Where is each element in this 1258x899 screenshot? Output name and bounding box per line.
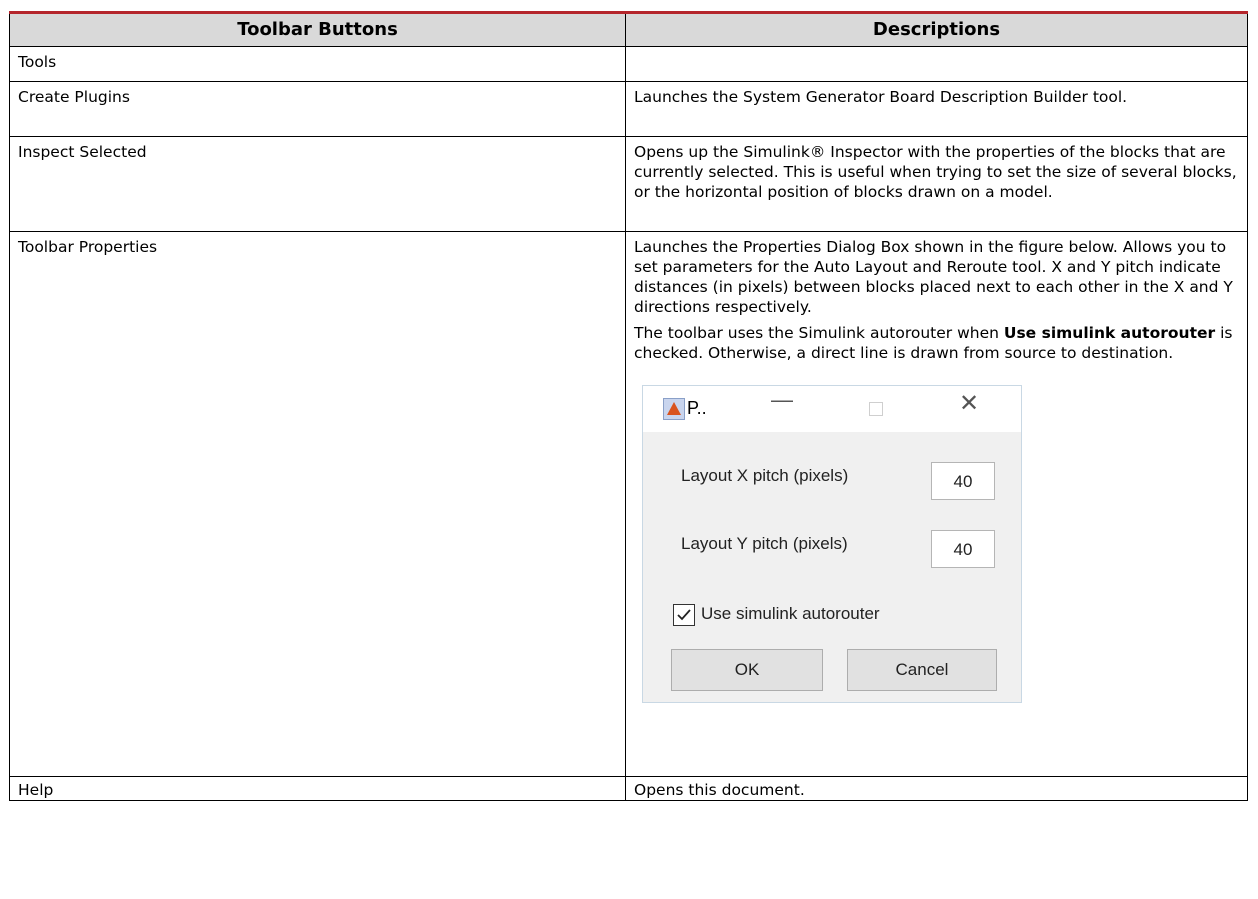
table-row: Help Opens this document. <box>9 776 1248 801</box>
properties-dialog-figure: P.. — ✕ Layout X pitch (pixels) 40 Layou… <box>642 385 1022 703</box>
table-row: Tools <box>9 46 1248 82</box>
close-icon[interactable]: ✕ <box>959 392 979 416</box>
header-descriptions: Descriptions <box>625 11 1248 47</box>
x-pitch-label: Layout X pitch (pixels) <box>681 466 849 485</box>
checkmark-icon <box>677 609 691 621</box>
description-cell: Opens this document. <box>625 776 1248 801</box>
button-name-cell: Tools <box>9 46 626 82</box>
button-name-cell: Create Plugins <box>9 81 626 137</box>
description-cell: Opens up the Simulink® Inspector with th… <box>625 136 1248 232</box>
description-cell: Launches the Properties Dialog Box shown… <box>625 231 1248 777</box>
maximize-icon[interactable] <box>869 402 883 416</box>
description-paragraph: Launches the Properties Dialog Box shown… <box>634 238 1233 316</box>
table-row: Toolbar Properties Launches the Properti… <box>9 231 1248 777</box>
table-header-row: Toolbar Buttons Descriptions <box>9 11 1248 47</box>
autorouter-checkbox[interactable] <box>673 604 695 626</box>
table-row: Inspect Selected Opens up the Simulink® … <box>9 136 1248 232</box>
autorouter-checkbox-label[interactable]: Use simulink autorouter <box>701 604 880 624</box>
dialog-title: P.. <box>687 398 707 418</box>
table-row: Create Plugins Launches the System Gener… <box>9 81 1248 137</box>
y-pitch-input[interactable]: 40 <box>931 530 995 568</box>
description-paragraph-2: The toolbar uses the Simulink autorouter… <box>634 323 1239 363</box>
toolbar-buttons-table: Toolbar Buttons Descriptions Tools Creat… <box>9 11 1248 801</box>
button-name-cell: Inspect Selected <box>9 136 626 232</box>
ok-button[interactable]: OK <box>671 649 823 691</box>
cancel-button[interactable]: Cancel <box>847 649 997 691</box>
minimize-icon[interactable]: — <box>771 389 793 411</box>
matlab-icon <box>663 398 685 420</box>
description-cell <box>625 46 1248 82</box>
description-bold-term: Use simulink autorouter <box>1003 324 1216 342</box>
button-name-cell: Help <box>9 776 626 801</box>
description-cell: Launches the System Generator Board Desc… <box>625 81 1248 137</box>
y-pitch-label: Layout Y pitch (pixels) <box>681 534 848 553</box>
x-pitch-input[interactable]: 40 <box>931 462 995 500</box>
dialog-titlebar: P.. — ✕ <box>643 386 1021 432</box>
header-toolbar-buttons: Toolbar Buttons <box>9 11 626 47</box>
button-name-cell: Toolbar Properties <box>9 231 626 777</box>
description-text: The toolbar uses the Simulink autorouter… <box>634 324 1004 342</box>
